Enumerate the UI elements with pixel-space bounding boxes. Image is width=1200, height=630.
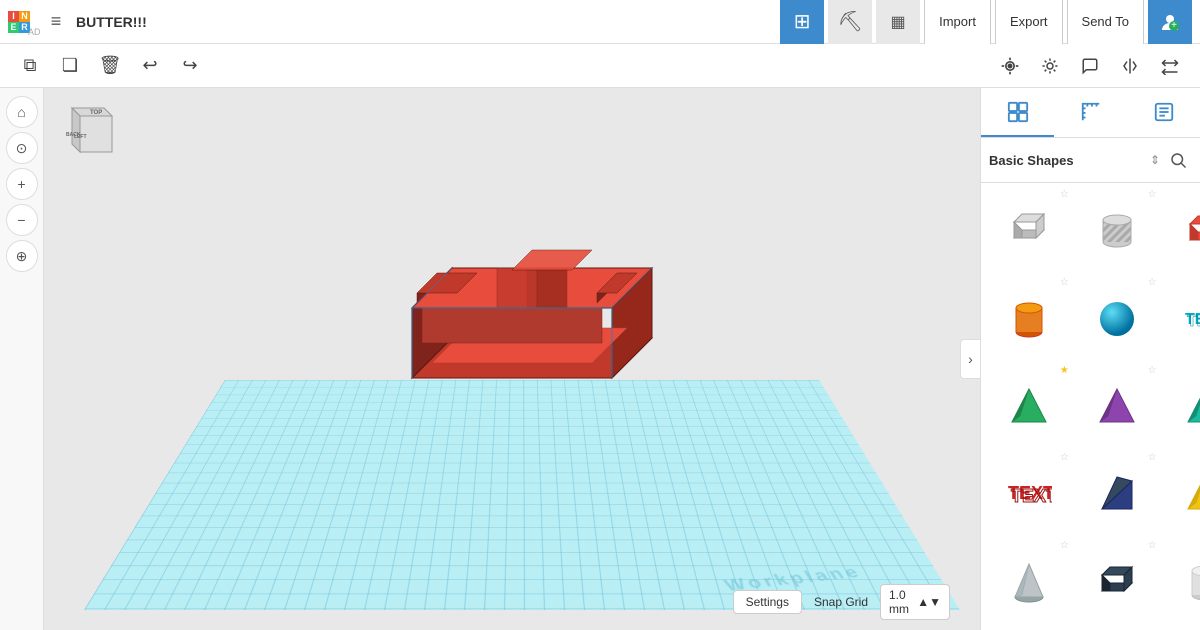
- nav-tab-layers[interactable]: ▦: [876, 0, 920, 44]
- camera-view-button[interactable]: [992, 48, 1028, 84]
- settings-button[interactable]: Settings: [733, 590, 802, 614]
- nav-tab-tools[interactable]: ⛏: [828, 0, 872, 44]
- shape-star-pyramid-purple[interactable]: ☆: [1148, 365, 1157, 376]
- shape-img-box-blue: [1091, 556, 1143, 608]
- shapes-search-button[interactable]: [1164, 146, 1192, 174]
- shape-star-sphere[interactable]: ☆: [1148, 277, 1157, 288]
- shape-img-cone-gray: [1003, 556, 1055, 608]
- redo-button[interactable]: ↪: [172, 48, 208, 84]
- orbit-button[interactable]: ⊕: [6, 240, 38, 272]
- zoom-in-button[interactable]: +: [6, 168, 38, 200]
- left-sidebar: ⌂ ⊙ + − ⊕: [0, 88, 44, 630]
- send-to-button[interactable]: Send To: [1067, 0, 1144, 44]
- shape-text-red[interactable]: ☆ TEXT TEXT: [985, 450, 1073, 538]
- logo-letters: INER: [8, 11, 30, 33]
- project-title: BUTTER!!!: [76, 14, 147, 30]
- snap-grid-input[interactable]: 1.0 mm ▲▼: [880, 584, 950, 620]
- shape-text3d[interactable]: ☆ TEXT TEXT: [1161, 275, 1200, 363]
- shape-img-pyramid-yellow: [1179, 468, 1200, 520]
- snap-grid-arrow[interactable]: ▲▼: [917, 595, 941, 609]
- shape-star-cone-gray[interactable]: ☆: [1060, 540, 1069, 551]
- shape-cylinder-white[interactable]: ☆: [1161, 538, 1200, 626]
- logo: INER AD: [8, 11, 30, 33]
- snap-grid-value: 1.0 mm: [889, 588, 917, 616]
- light-button[interactable]: [1032, 48, 1068, 84]
- home-view-button[interactable]: ⌂: [6, 96, 38, 128]
- zoom-out-button[interactable]: −: [6, 204, 38, 236]
- shape-box[interactable]: ☆: [985, 187, 1073, 275]
- top-nav: INER AD ≡ BUTTER!!! ⊞ ⛏ ▦ Import Export …: [0, 0, 1200, 44]
- shape-star-cylinder-striped[interactable]: ☆: [1148, 189, 1157, 200]
- shapes-grid: ☆ ☆: [981, 183, 1200, 630]
- main-area: ⌂ ⊙ + − ⊕ TOP BACK LEFT Workplane: [0, 88, 1200, 630]
- shape-star-cylinder[interactable]: ☆: [1060, 277, 1069, 288]
- shape-img-prism-blue: [1091, 468, 1143, 520]
- shape-img-cylinder-white: [1179, 556, 1200, 608]
- svg-text:TEXT: TEXT: [1011, 486, 1052, 506]
- shape-pyramid-teal[interactable]: ☆: [1161, 363, 1200, 451]
- shape-img-cylinder: [1003, 293, 1055, 345]
- mirror-button[interactable]: [1112, 48, 1148, 84]
- rp-tab-rulers[interactable]: [1054, 88, 1127, 137]
- speech-button[interactable]: [1072, 48, 1108, 84]
- svg-text:TOP: TOP: [90, 110, 102, 116]
- shape-pyramid-purple[interactable]: ☆: [1073, 363, 1161, 451]
- shape-img-sphere: [1091, 293, 1143, 345]
- shape-img-text3d: TEXT TEXT: [1179, 293, 1200, 345]
- viewport[interactable]: TOP BACK LEFT Workplane: [44, 88, 980, 630]
- shape-cylinder-striped[interactable]: ☆: [1073, 187, 1161, 275]
- nav-right-icons: ⊞ ⛏ ▦ Import Export Send To +: [780, 0, 1192, 44]
- settings-bar: Settings Snap Grid 1.0 mm ▲▼: [733, 584, 950, 620]
- shape-star-text-red[interactable]: ☆: [1060, 452, 1069, 463]
- rp-tab-notes[interactable]: [1127, 88, 1200, 137]
- shape-star-prism-blue[interactable]: ☆: [1148, 452, 1157, 463]
- fit-view-button[interactable]: ⊙: [6, 132, 38, 164]
- svg-text:TEXT: TEXT: [1187, 313, 1200, 330]
- shape-img-cylinder-striped: [1091, 205, 1143, 257]
- toolbar-right-icons: [992, 48, 1188, 84]
- duplicate-button[interactable]: ❏: [52, 48, 88, 84]
- right-panel-tabs: [981, 88, 1200, 138]
- user-button[interactable]: +: [1148, 0, 1192, 44]
- import-button[interactable]: Import: [924, 0, 991, 44]
- delete-button[interactable]: 🗑: [92, 48, 128, 84]
- shape-img-pyramid-green: [1003, 381, 1055, 433]
- shape-box-blue[interactable]: ☆: [1073, 538, 1161, 626]
- shape-prism-blue[interactable]: ☆: [1073, 450, 1161, 538]
- 3d-model[interactable]: [362, 208, 662, 428]
- rp-tab-shapes[interactable]: [981, 88, 1054, 137]
- view-cube[interactable]: TOP BACK LEFT: [56, 100, 120, 164]
- shapes-category-arrow[interactable]: ⇕: [1150, 153, 1160, 167]
- toolbar: ⧉ ❏ 🗑 ↩ ↪: [0, 44, 1200, 88]
- shape-star-box[interactable]: ☆: [1060, 189, 1069, 200]
- shapes-header: Basic Shapes ⇕: [981, 138, 1200, 183]
- shapes-category-label[interactable]: Basic Shapes: [989, 153, 1146, 168]
- nav-tab-grid[interactable]: ⊞: [780, 0, 824, 44]
- shape-box-red[interactable]: ☆: [1161, 187, 1200, 275]
- shape-img-box: [1003, 205, 1055, 257]
- menu-button[interactable]: ≡: [40, 6, 72, 38]
- undo-button[interactable]: ↩: [132, 48, 168, 84]
- shape-img-pyramid-purple: [1091, 381, 1143, 433]
- shape-img-text-red: TEXT TEXT: [1003, 468, 1055, 520]
- shape-cone-gray[interactable]: ☆: [985, 538, 1073, 626]
- shape-pyramid-yellow[interactable]: ☆: [1161, 450, 1200, 538]
- shape-star-pyramid-green[interactable]: ★: [1060, 365, 1069, 376]
- shape-img-box-red: [1179, 205, 1200, 257]
- shape-cylinder[interactable]: ☆: [985, 275, 1073, 363]
- collapse-panel-button[interactable]: ›: [960, 339, 980, 379]
- shape-star-box-blue[interactable]: ☆: [1148, 540, 1157, 551]
- shape-pyramid-green[interactable]: ★: [985, 363, 1073, 451]
- export-button[interactable]: Export: [995, 0, 1063, 44]
- shape-sphere[interactable]: ☆: [1073, 275, 1161, 363]
- flip-button[interactable]: [1152, 48, 1188, 84]
- svg-text:LEFT: LEFT: [74, 134, 87, 140]
- shape-img-pyramid-teal: [1179, 381, 1200, 433]
- copy-button[interactable]: ⧉: [12, 48, 48, 84]
- snap-grid-label: Snap Grid: [814, 595, 868, 609]
- right-panel: Basic Shapes ⇕ ☆: [980, 88, 1200, 630]
